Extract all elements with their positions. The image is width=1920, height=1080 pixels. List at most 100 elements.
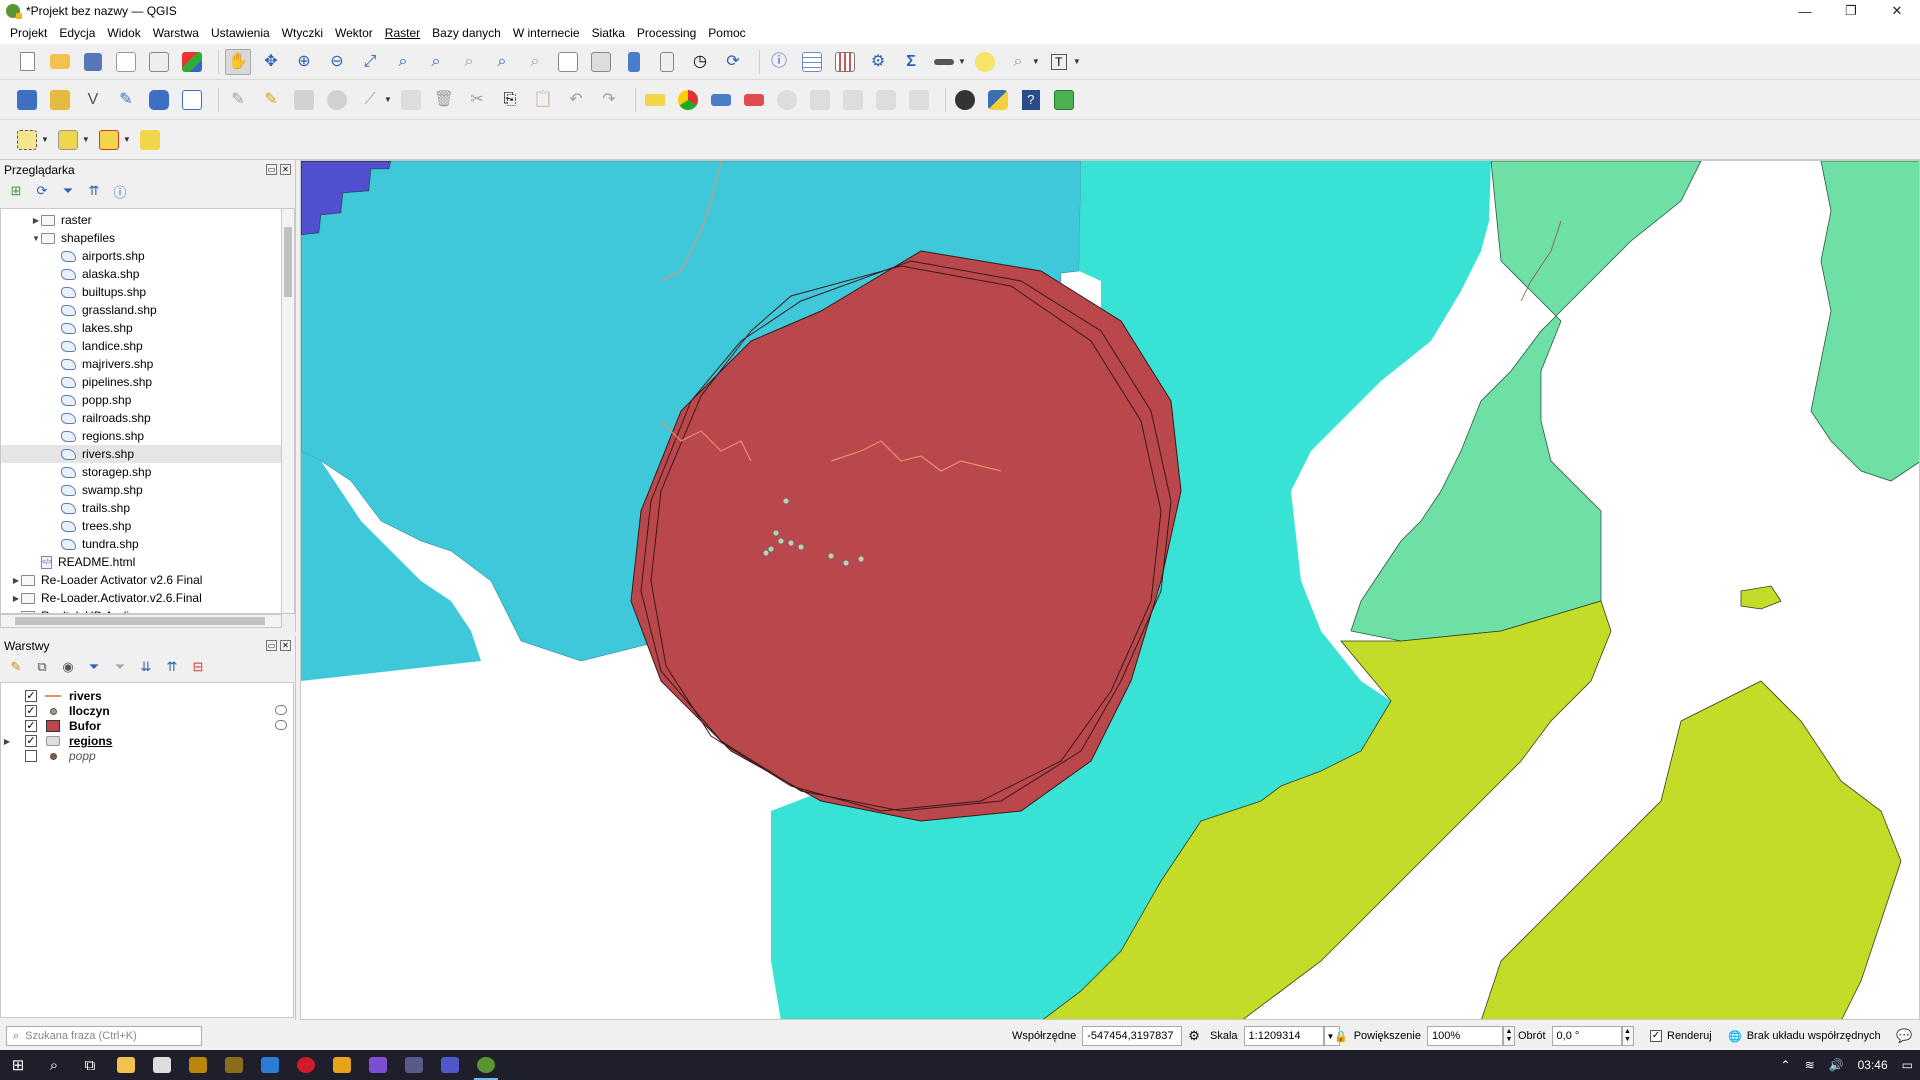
processing-toolbox-button[interactable]: ⚙	[865, 49, 891, 75]
qgis-taskbar-button[interactable]	[468, 1050, 504, 1080]
temporary-layer-icon[interactable]	[275, 705, 287, 715]
select-by-expression-button[interactable]	[137, 127, 163, 153]
store-button[interactable]	[144, 1050, 180, 1080]
spin-up-icon[interactable]: ▲	[1624, 1028, 1631, 1036]
highlight-pinned-labels-button[interactable]	[708, 87, 734, 113]
intersection-point[interactable]	[767, 545, 775, 553]
field-calculator-button[interactable]: Σ	[898, 49, 924, 75]
new-bookmark-button[interactable]	[621, 49, 647, 75]
scroll-thumb[interactable]	[15, 617, 265, 625]
restore-button[interactable]: ❐	[1828, 0, 1874, 22]
info-icon[interactable]: ⓘ	[112, 182, 128, 201]
app-w-button[interactable]	[180, 1050, 216, 1080]
layer-visibility-checkbox[interactable]: ✓	[25, 735, 37, 747]
layer-visibility-checkbox[interactable]: ✓	[25, 720, 37, 732]
magnifier-field[interactable]: 100%	[1426, 1026, 1503, 1046]
browser-item[interactable]: ▶ Re-Loader Activator v2.6 Final	[1, 571, 281, 589]
map-canvas[interactable]	[300, 160, 1920, 1020]
intersection-point[interactable]	[842, 559, 850, 567]
layer-visibility-checkbox[interactable]: ✓	[25, 690, 37, 702]
rotation-field[interactable]: 0,0 °	[1551, 1026, 1622, 1046]
intersection-point[interactable]	[762, 549, 770, 557]
intersection-point[interactable]	[772, 529, 780, 537]
zoom-to-selection-button[interactable]: ⌕	[390, 49, 416, 75]
chevron-down-icon[interactable]: ▼	[384, 95, 392, 104]
filter-legend-icon[interactable]: ⏷	[86, 659, 102, 675]
add-raster-button[interactable]: ✎	[113, 87, 139, 113]
messages-button[interactable]: 💬	[1896, 1026, 1912, 1046]
minimize-button[interactable]: —	[1782, 0, 1828, 22]
menu-warstwa[interactable]: Warstwa	[147, 26, 205, 40]
browser-item[interactable]: regions.shp	[1, 427, 281, 445]
toggle-editing-button[interactable]: ✎	[258, 87, 284, 113]
plugin-reloader-button[interactable]	[1051, 87, 1077, 113]
vertex-tool-button[interactable]: ⟋	[357, 87, 383, 113]
select-location-button[interactable]: ⌕	[1005, 49, 1031, 75]
remove-layer-icon[interactable]: ⊟	[190, 659, 206, 675]
zoom-next-button[interactable]: ⌕	[522, 49, 548, 75]
current-edits-button[interactable]: ✎	[225, 87, 251, 113]
menu-widok[interactable]: Widok	[101, 26, 146, 40]
zoom-native-button[interactable]: ⌕	[456, 49, 482, 75]
browser-item[interactable]: storagep.shp	[1, 463, 281, 481]
menu-wektor[interactable]: Wektor	[329, 26, 379, 40]
float-panel-button[interactable]: ▭	[266, 640, 277, 651]
volume-icon[interactable]: 🔊	[1829, 1058, 1844, 1072]
intersection-point[interactable]	[782, 497, 790, 505]
spin-down-icon[interactable]: ▼	[1506, 1036, 1513, 1044]
browser-item[interactable]: alaska.shp	[1, 265, 281, 283]
layer-item[interactable]: popp	[1, 747, 293, 765]
style-panel-icon[interactable]: ✎	[8, 659, 24, 675]
expand-all-icon[interactable]: ⇊	[138, 659, 154, 675]
save-as-button[interactable]	[113, 49, 139, 75]
chevron-right-icon[interactable]: ▶	[11, 594, 21, 603]
chevron-right-icon[interactable]: ▶	[31, 216, 41, 225]
change-label-button[interactable]	[840, 87, 866, 113]
opera-button[interactable]	[288, 1050, 324, 1080]
clock-time[interactable]: 03:46	[1858, 1058, 1888, 1072]
browser-item[interactable]: trees.shp	[1, 517, 281, 535]
menu-bazy-danych[interactable]: Bazy danych	[426, 26, 507, 40]
toggle-extents-icon[interactable]: ⚙	[1188, 1028, 1200, 1044]
render-checkbox[interactable]: ✓	[1650, 1030, 1662, 1042]
locator-search-input[interactable]: ⌕ Szukana fraza (Ctrl+K)	[6, 1026, 202, 1046]
teams-button[interactable]	[432, 1050, 468, 1080]
task-view-button[interactable]: ⧉	[72, 1050, 108, 1080]
map-tips-button[interactable]	[972, 49, 998, 75]
layer-labeling-button[interactable]	[642, 87, 668, 113]
style-manager-button[interactable]	[179, 49, 205, 75]
browser-vertical-scrollbar[interactable]	[281, 208, 295, 614]
undo-button[interactable]: ↶	[563, 87, 589, 113]
select-by-value-button[interactable]	[55, 127, 81, 153]
chevron-down-icon[interactable]: ▼	[1073, 57, 1081, 66]
browser-item[interactable]: landice.shp	[1, 337, 281, 355]
browser-item[interactable]: majrivers.shp	[1, 355, 281, 373]
start-button[interactable]: ⊞	[0, 1050, 36, 1080]
label-properties-button[interactable]	[873, 87, 899, 113]
notification-icon[interactable]: ▭	[1902, 1058, 1913, 1072]
temporal-controller-button[interactable]: ◷	[687, 49, 713, 75]
show-bookmarks-button[interactable]	[654, 49, 680, 75]
browser-item[interactable]: ▶ Re-Loader.Activator.v2.6.Final	[1, 589, 281, 607]
menu-processing[interactable]: Processing	[631, 26, 702, 40]
add-feature-button[interactable]	[324, 87, 350, 113]
menu-edycja[interactable]: Edycja	[53, 26, 101, 40]
zoom-out-button[interactable]: ⊖	[324, 49, 350, 75]
browser-item[interactable]: ▼ shapefiles	[1, 229, 281, 247]
layer-diagram-button[interactable]	[675, 87, 701, 113]
menu-projekt[interactable]: Projekt	[4, 26, 53, 40]
crs-label[interactable]: Brak układu współrzędnych	[1747, 1030, 1881, 1042]
show-hide-labels-button[interactable]	[741, 87, 767, 113]
paste-features-button[interactable]: 📋	[530, 87, 556, 113]
lock-icon[interactable]: 🔒	[1334, 1030, 1348, 1043]
rotation-spinner[interactable]: ▲ ▼	[1621, 1026, 1634, 1046]
map-svg[interactable]	[301, 161, 1920, 1020]
rotate-label-button[interactable]	[807, 87, 833, 113]
zoom-full-button[interactable]: ⤢	[357, 49, 383, 75]
chevron-right-icon[interactable]: ▶	[1, 737, 13, 746]
delete-selected-button[interactable]: 🗑	[431, 87, 457, 113]
chevron-down-icon[interactable]: ▼	[958, 57, 966, 66]
collapse-all-icon[interactable]: ⇈	[164, 659, 180, 675]
intersection-point[interactable]	[797, 543, 805, 551]
zoom-last-button[interactable]: ⌕	[489, 49, 515, 75]
